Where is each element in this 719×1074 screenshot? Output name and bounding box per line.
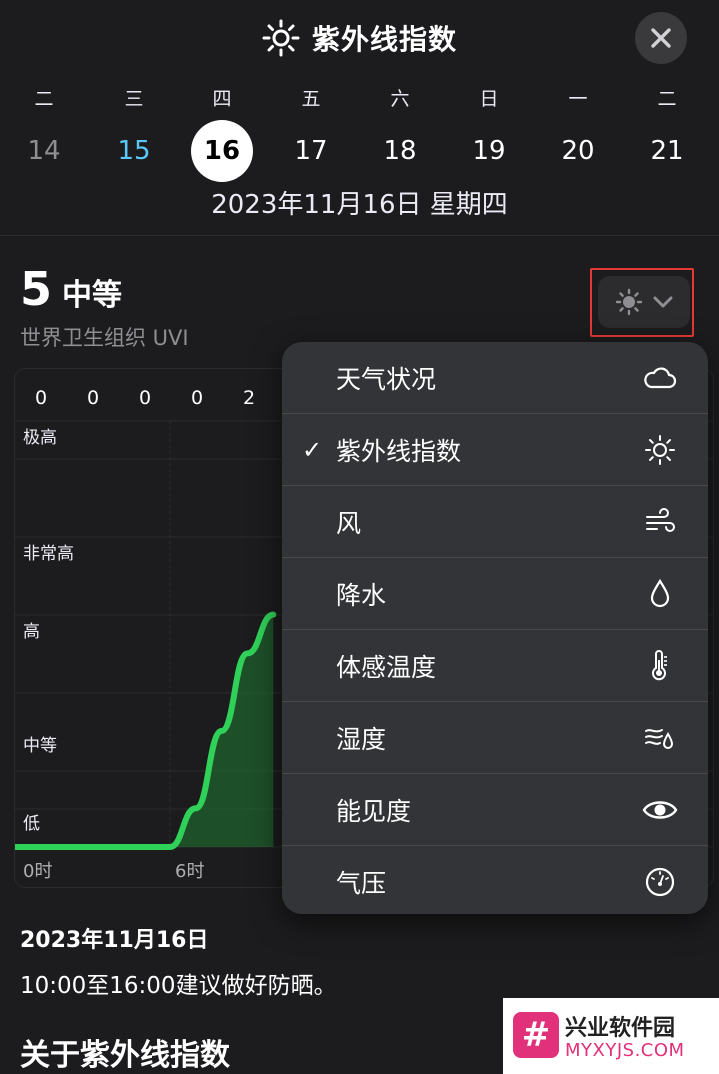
weekday-label: 二 bbox=[657, 88, 677, 110]
weekday-label: 五 bbox=[301, 88, 321, 110]
watermark-url: MYXYJS.COM bbox=[565, 1040, 685, 1061]
menu-item-label: 紫外线指数 bbox=[336, 436, 462, 466]
weekday-label: 二 bbox=[34, 88, 54, 110]
date-20[interactable]: 20 bbox=[547, 120, 609, 182]
uv-summary: 5 中等 bbox=[20, 262, 122, 322]
watermark-logo: # bbox=[513, 1012, 559, 1058]
metric-menu: 天气状况 ✓ 紫外线指数 风 降水 体感温度 湿度 能见度 气压 bbox=[282, 342, 708, 914]
menu-item-wind[interactable]: 风 bbox=[282, 486, 708, 558]
highlight-annotation bbox=[590, 268, 694, 337]
date-14[interactable]: 14 bbox=[13, 120, 75, 182]
wind-icon bbox=[646, 507, 675, 532]
menu-item-label: 风 bbox=[336, 508, 362, 538]
date-15[interactable]: 15 bbox=[103, 120, 165, 182]
level-label-extreme: 极高 bbox=[23, 428, 57, 448]
uv-index-screen: 紫外线指数 二 三 四 五 六 日 一 二 14 15 16 17 18 19 … bbox=[0, 0, 719, 1074]
sun-icon bbox=[645, 434, 675, 465]
date-16-selected[interactable]: 16 bbox=[191, 120, 253, 182]
menu-item-feels-like[interactable]: 体感温度 bbox=[282, 630, 708, 702]
eye-icon bbox=[642, 800, 678, 819]
menu-item-label: 能见度 bbox=[336, 796, 412, 826]
x-axis-label: 6时 bbox=[175, 861, 205, 882]
hour-uv-value: 2 bbox=[242, 387, 256, 409]
uv-level: 中等 bbox=[62, 278, 123, 313]
gauge-icon bbox=[645, 867, 675, 897]
summary-text: 10:00至16:00建议做好防晒。 bbox=[20, 973, 337, 999]
hour-uv-value: 0 bbox=[190, 387, 204, 409]
hour-uv-value: 0 bbox=[86, 387, 100, 409]
menu-item-label: 湿度 bbox=[336, 724, 387, 754]
date-21[interactable]: 21 bbox=[636, 120, 698, 182]
hour-uv-value: 0 bbox=[34, 387, 48, 409]
cloud-icon bbox=[644, 366, 677, 388]
close-button[interactable] bbox=[635, 12, 687, 64]
sun-icon bbox=[262, 19, 300, 57]
summary-date: 2023年11月16日 bbox=[20, 928, 209, 953]
level-label-moderate: 中等 bbox=[23, 736, 57, 756]
checkmark-icon: ✓ bbox=[302, 435, 323, 464]
uv-value: 5 bbox=[20, 262, 53, 316]
menu-item-uv-index[interactable]: ✓ 紫外线指数 bbox=[282, 414, 708, 486]
menu-item-label: 气压 bbox=[336, 869, 387, 898]
weekday-label: 三 bbox=[124, 88, 144, 110]
menu-item-conditions[interactable]: 天气状况 bbox=[282, 342, 708, 414]
weekday-label: 日 bbox=[479, 88, 499, 110]
thermometer-icon bbox=[652, 649, 667, 680]
weekday-label: 六 bbox=[390, 88, 410, 110]
menu-item-humidity[interactable]: 湿度 bbox=[282, 702, 708, 774]
about-uv-title: 关于紫外线指数 bbox=[20, 1038, 230, 1073]
level-label-low: 低 bbox=[23, 814, 40, 834]
page-title: 紫外线指数 bbox=[311, 23, 457, 56]
weekday-row: 二 三 四 五 六 日 一 二 bbox=[0, 84, 719, 110]
uv-scale-label: 世界卫生组织 UVI bbox=[20, 326, 189, 350]
menu-item-visibility[interactable]: 能见度 bbox=[282, 774, 708, 846]
header: 紫外线指数 二 三 四 五 六 日 一 二 14 15 16 17 18 19 … bbox=[0, 0, 719, 236]
title-bar: 紫外线指数 bbox=[0, 14, 719, 62]
date-row: 14 15 16 17 18 19 20 21 bbox=[0, 120, 719, 182]
weekday-label: 四 bbox=[212, 88, 232, 110]
level-label-very-high: 非常高 bbox=[23, 544, 74, 564]
date-17[interactable]: 17 bbox=[280, 120, 342, 182]
date-18[interactable]: 18 bbox=[369, 120, 431, 182]
level-label-high: 高 bbox=[23, 622, 40, 642]
x-axis-label: 0时 bbox=[23, 861, 53, 882]
watermark: # 兴业软件园 MYXYJS.COM bbox=[503, 998, 719, 1074]
hour-uv-value: 0 bbox=[138, 387, 152, 409]
menu-item-label: 天气状况 bbox=[336, 364, 437, 394]
menu-item-label: 降水 bbox=[336, 580, 387, 610]
raindrop-icon bbox=[650, 578, 670, 607]
full-date: 2023年11月16日 星期四 bbox=[211, 190, 508, 220]
date-19[interactable]: 19 bbox=[458, 120, 520, 182]
watermark-name: 兴业软件园 bbox=[565, 1016, 676, 1041]
menu-item-label: 体感温度 bbox=[336, 652, 437, 682]
close-icon bbox=[651, 28, 671, 48]
menu-item-precipitation[interactable]: 降水 bbox=[282, 558, 708, 630]
weekday-label: 一 bbox=[568, 88, 588, 110]
menu-item-pressure[interactable]: 气压 bbox=[282, 846, 708, 914]
humidity-icon bbox=[645, 728, 674, 749]
